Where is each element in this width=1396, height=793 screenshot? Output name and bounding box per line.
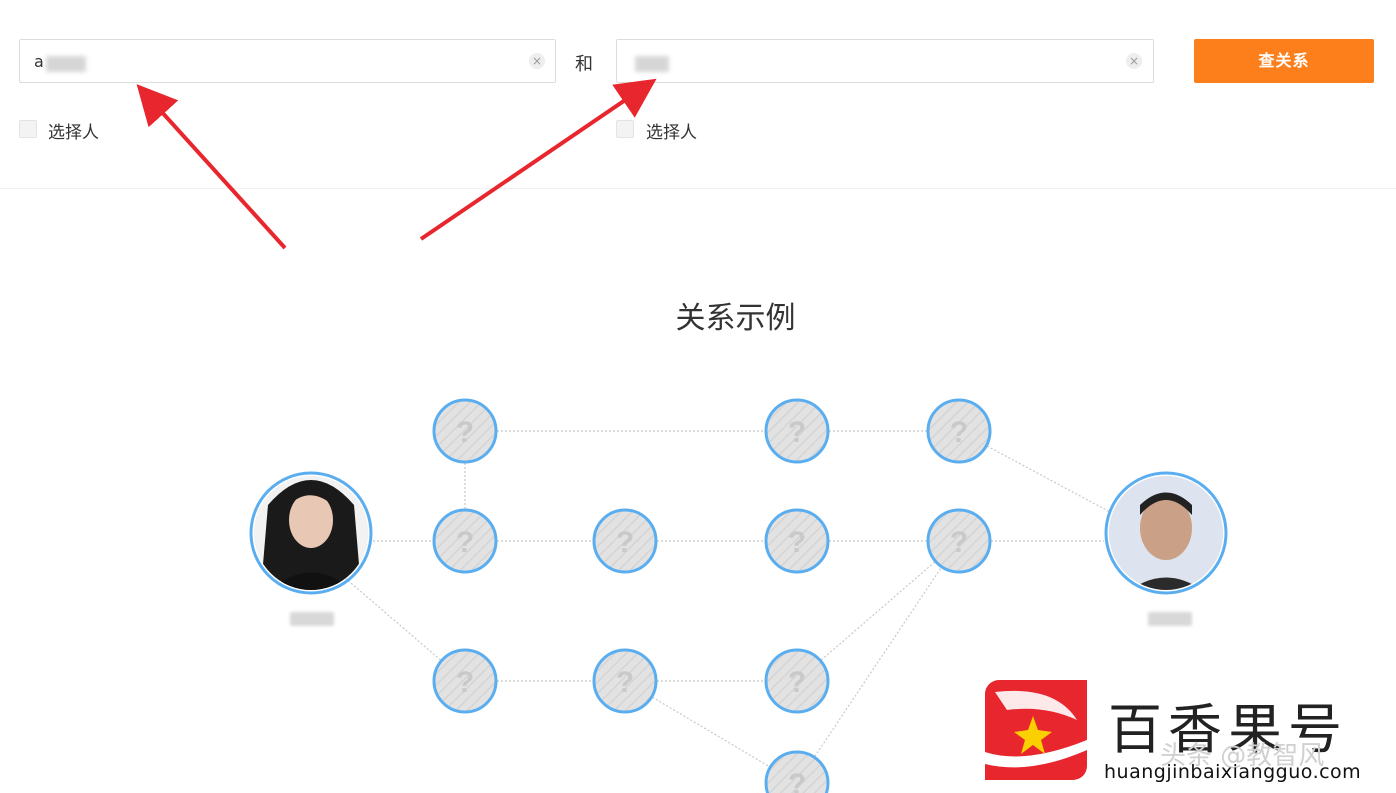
unknown-node: ?: [764, 648, 830, 714]
unknown-node-label: ?: [788, 416, 806, 449]
unknown-node-label: ?: [456, 416, 474, 449]
unknown-node-label: ?: [456, 666, 474, 699]
unknown-node: ?: [432, 508, 498, 574]
unknown-node: ?: [764, 398, 830, 464]
brand-logo: [985, 680, 1087, 780]
brand-domain: huangjinbaixiangguo.com: [1104, 761, 1362, 783]
person-a-name-redacted: [290, 612, 334, 626]
unknown-node: ?: [926, 508, 992, 574]
relationship-graph: ???????????: [249, 398, 1228, 793]
unknown-node: ?: [926, 398, 992, 464]
unknown-node: ?: [764, 508, 830, 574]
person-a-avatar: [249, 471, 373, 595]
unknown-node: ?: [592, 508, 658, 574]
person-b-avatar: [1104, 471, 1228, 595]
unknown-nodes: ???????????: [432, 398, 992, 793]
unknown-node: ?: [432, 648, 498, 714]
person-b-name-redacted: [1148, 612, 1192, 626]
unknown-node-label: ?: [788, 666, 806, 699]
rocket-star-icon: [985, 690, 1087, 768]
unknown-node: ?: [764, 750, 830, 793]
unknown-node-label: ?: [616, 526, 634, 559]
unknown-node-label: ?: [950, 526, 968, 559]
unknown-node-label: ?: [456, 526, 474, 559]
unknown-node-label: ?: [950, 416, 968, 449]
unknown-node: ?: [432, 398, 498, 464]
unknown-node: ?: [592, 648, 658, 714]
unknown-node-label: ?: [788, 768, 806, 793]
unknown-node-label: ?: [788, 526, 806, 559]
unknown-node-label: ?: [616, 666, 634, 699]
